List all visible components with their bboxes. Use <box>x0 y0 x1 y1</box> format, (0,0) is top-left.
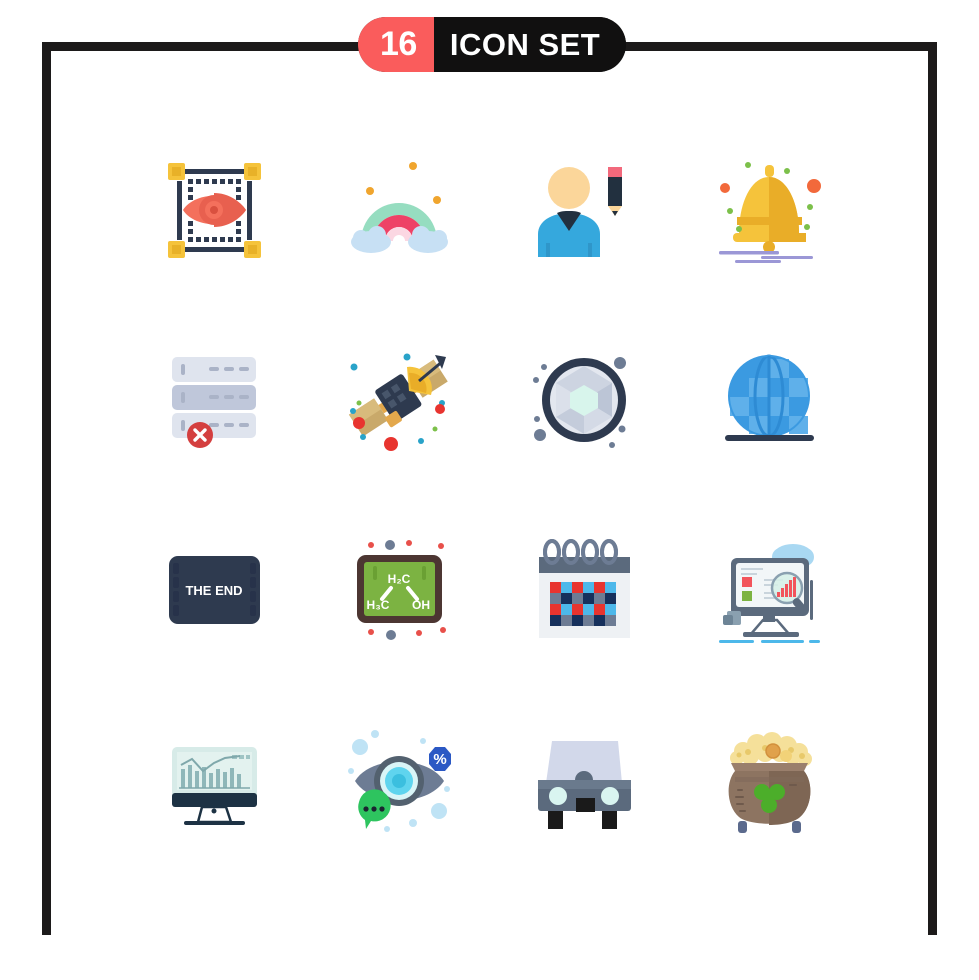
badge-count: 16 <box>358 17 434 72</box>
icon-cell-11[interactable] <box>490 510 675 700</box>
the-end-film-icon[interactable]: THE END <box>162 535 267 645</box>
icon-grid: THE END H₂C H₃C OH % <box>120 130 860 890</box>
icon-cell-12[interactable] <box>675 510 860 700</box>
camera-shutter-icon[interactable] <box>532 345 637 455</box>
icon-cell-4[interactable] <box>675 130 860 320</box>
satellite-icon[interactable] <box>347 345 452 455</box>
chemistry-board-icon[interactable]: H₂C H₃C OH <box>347 535 452 645</box>
icon-cell-3[interactable] <box>490 130 675 320</box>
icon-cell-1[interactable] <box>120 130 305 320</box>
icon-cell-5[interactable] <box>120 320 305 510</box>
user-edit-icon[interactable] <box>532 155 637 265</box>
rainbow-icon[interactable] <box>347 155 452 265</box>
header-badge: 16 ICON SET <box>358 17 627 72</box>
server-error-icon[interactable] <box>162 345 267 455</box>
pot-of-gold-icon[interactable] <box>717 725 822 835</box>
icon-cell-10[interactable]: H₂C H₃C OH <box>305 510 490 700</box>
eye-selection-icon[interactable] <box>162 155 267 265</box>
icon-cell-2[interactable] <box>305 130 490 320</box>
icon-cell-16[interactable] <box>675 700 860 890</box>
icon-set-page: 16 ICON SET THE END H₂C H₃C OH % <box>0 0 979 980</box>
badge-title: ICON SET <box>433 17 627 72</box>
icon-cell-7[interactable] <box>490 320 675 510</box>
eye-percent-chat-icon[interactable]: % <box>347 725 452 835</box>
icon-cell-15[interactable] <box>490 700 675 890</box>
icon-cell-8[interactable] <box>675 320 860 510</box>
icon-cell-13[interactable] <box>120 700 305 890</box>
globe-icon[interactable] <box>717 345 822 455</box>
analytics-monitor-icon[interactable] <box>717 535 822 645</box>
bell-icon[interactable] <box>717 155 822 265</box>
the-end-label: THE END <box>185 583 242 598</box>
icon-cell-9[interactable]: THE END <box>120 510 305 700</box>
icon-cell-6[interactable] <box>305 320 490 510</box>
formula-left-label: H₃C <box>367 598 390 612</box>
calendar-icon[interactable] <box>532 535 637 645</box>
icon-cell-14[interactable]: % <box>305 700 490 890</box>
percent-label: % <box>433 751 446 768</box>
car-front-icon[interactable] <box>532 725 637 835</box>
formula-top-label: H₂C <box>388 572 411 586</box>
chart-monitor-icon[interactable] <box>162 725 267 835</box>
formula-right-label: OH <box>412 598 430 612</box>
